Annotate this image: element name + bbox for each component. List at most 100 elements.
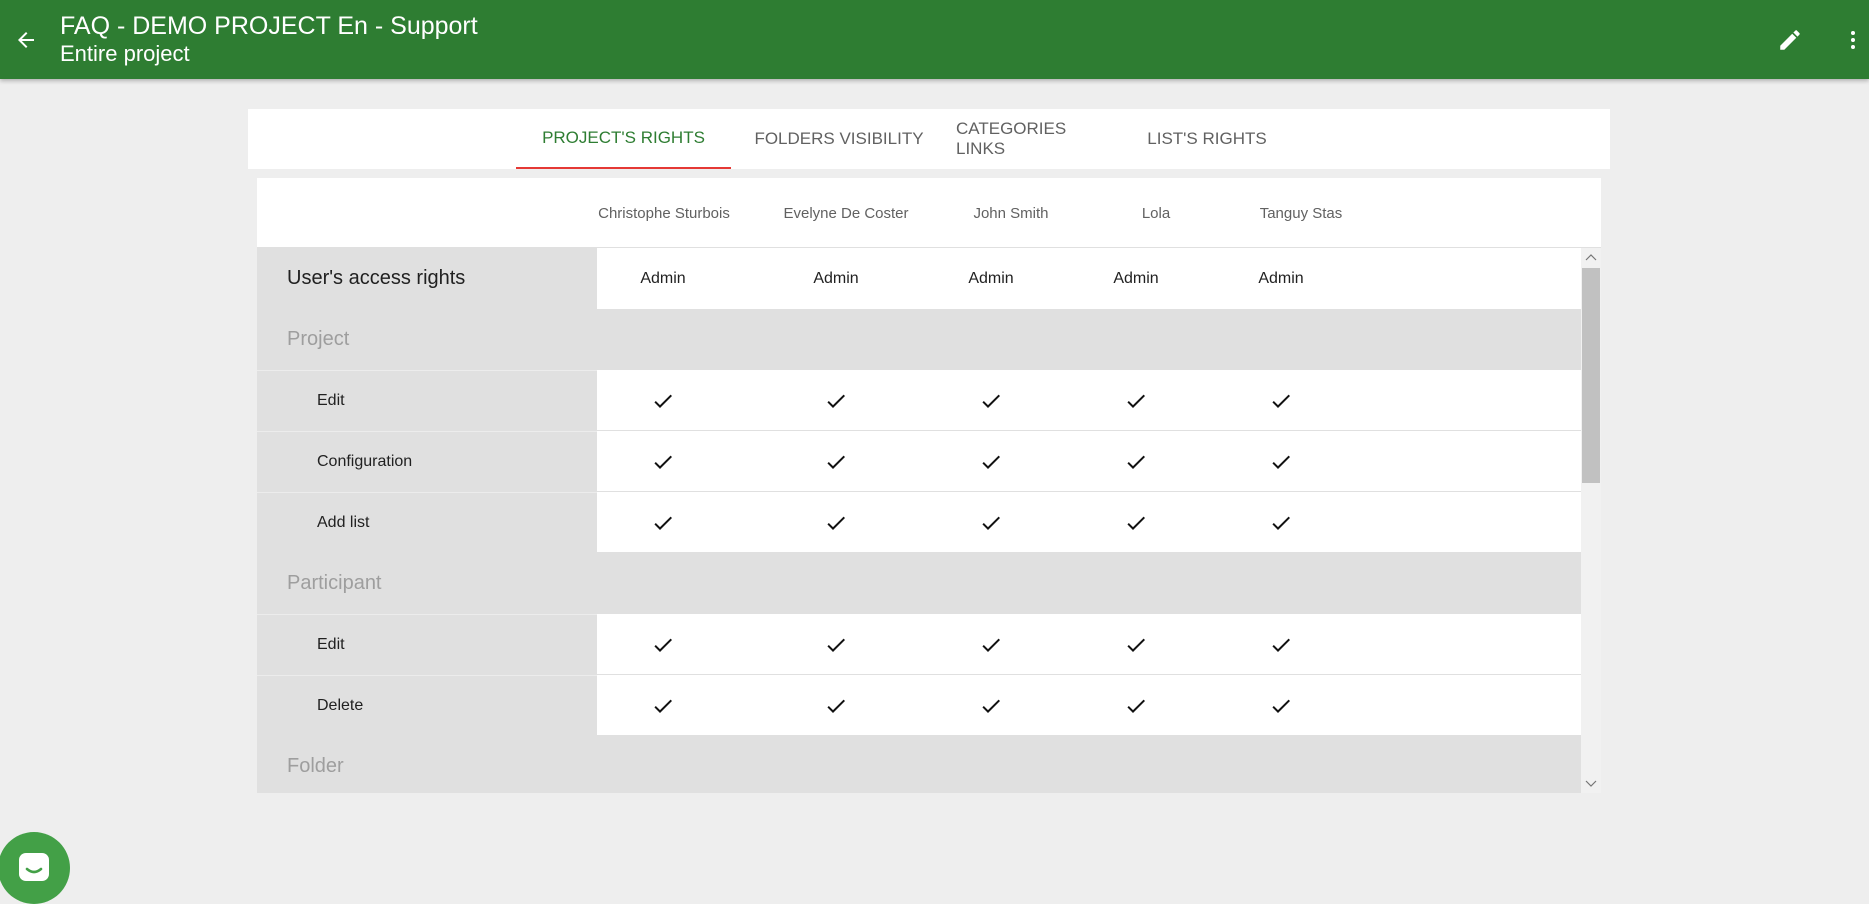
- chevron-down-icon: [1585, 780, 1597, 787]
- permission-row: Edit: [257, 614, 1581, 675]
- chevron-up-icon: [1585, 254, 1597, 261]
- permission-cell[interactable]: [786, 675, 886, 736]
- check-icon: [1272, 394, 1290, 408]
- check-icon: [1127, 638, 1145, 652]
- permission-cell[interactable]: [786, 370, 886, 431]
- check-icon: [654, 394, 672, 408]
- permission-row: Add list: [257, 492, 1581, 553]
- permission-cell[interactable]: [1086, 675, 1186, 736]
- section-title: Project: [287, 328, 350, 350]
- table-header: Christophe Sturbois Evelyne De Coster Jo…: [257, 178, 1601, 248]
- column-header-user: Christophe Sturbois: [598, 204, 730, 222]
- permission-cell[interactable]: [1086, 614, 1186, 675]
- access-level-cell[interactable]: Admin: [1086, 248, 1186, 309]
- access-level-cell[interactable]: Admin: [613, 248, 713, 309]
- access-level-cell[interactable]: Admin: [1231, 248, 1331, 309]
- tab-categories-links[interactable]: CATEGORIES LINKS: [956, 109, 1120, 169]
- back-button[interactable]: [6, 20, 46, 60]
- check-icon: [982, 516, 1000, 530]
- permission-row: Configuration: [257, 431, 1581, 492]
- arrow-left-icon: [18, 32, 34, 48]
- chat-launcher-button[interactable]: [0, 832, 70, 904]
- permission-cell[interactable]: [1231, 370, 1331, 431]
- access-level-cell[interactable]: Admin: [786, 248, 886, 309]
- check-icon: [654, 516, 672, 530]
- permission-label: Edit: [257, 370, 597, 431]
- access-level-cell[interactable]: Admin: [941, 248, 1041, 309]
- permission-label: Configuration: [257, 431, 597, 492]
- permission-cell[interactable]: [1231, 675, 1331, 736]
- permission-label: Delete: [257, 675, 597, 736]
- row-label: User's access rights: [287, 267, 466, 289]
- check-icon: [1127, 516, 1145, 530]
- check-icon: [982, 638, 1000, 652]
- edit-button[interactable]: [1770, 20, 1810, 60]
- check-icon: [654, 455, 672, 469]
- more-vertical-icon: [1851, 31, 1855, 49]
- check-icon: [982, 699, 1000, 713]
- permission-cell[interactable]: [613, 370, 713, 431]
- more-options-button[interactable]: [1838, 20, 1868, 60]
- check-icon: [827, 516, 845, 530]
- chat-bubble-icon: [19, 853, 49, 881]
- row-cells: [597, 492, 1581, 553]
- check-icon: [1272, 516, 1290, 530]
- permission-cell[interactable]: [941, 614, 1041, 675]
- permission-cell[interactable]: [1086, 370, 1186, 431]
- check-icon: [827, 638, 845, 652]
- permission-cell[interactable]: [786, 431, 886, 492]
- tab-lists-rights[interactable]: LIST'S RIGHTS: [1146, 109, 1268, 169]
- permission-cell[interactable]: [1231, 614, 1331, 675]
- section-title: Participant: [287, 572, 382, 594]
- row-cells: Admin Admin Admin Admin Admin: [597, 248, 1581, 309]
- permission-cell[interactable]: [941, 370, 1041, 431]
- permission-cell[interactable]: [613, 492, 713, 553]
- permission-row: Delete: [257, 675, 1581, 736]
- permission-cell[interactable]: [786, 614, 886, 675]
- tab-projects-rights[interactable]: PROJECT'S RIGHTS: [516, 109, 731, 169]
- check-icon: [1272, 638, 1290, 652]
- section-title: Folder: [287, 755, 344, 777]
- check-icon: [1127, 699, 1145, 713]
- scroll-up-arrow[interactable]: [1581, 248, 1601, 266]
- check-icon: [827, 394, 845, 408]
- permission-cell[interactable]: [941, 492, 1041, 553]
- permission-cell[interactable]: [1086, 431, 1186, 492]
- check-icon: [982, 394, 1000, 408]
- permission-cell[interactable]: [1086, 492, 1186, 553]
- permission-cell[interactable]: [613, 675, 713, 736]
- check-icon: [1127, 394, 1145, 408]
- permission-cell[interactable]: [941, 675, 1041, 736]
- permission-cell[interactable]: [1231, 431, 1331, 492]
- permission-cell[interactable]: [1231, 492, 1331, 553]
- access-rights-row: User's access rights Admin Admin Admin Admin…: [257, 248, 1581, 309]
- rights-table: Christophe Sturbois Evelyne De Coster Jo…: [257, 178, 1601, 793]
- check-icon: [654, 699, 672, 713]
- table-scrollbar[interactable]: [1581, 248, 1601, 793]
- permission-label: Add list: [257, 492, 597, 553]
- section-header-row: Folder: [257, 736, 1581, 793]
- scrollbar-thumb[interactable]: [1582, 268, 1600, 483]
- column-header-user: Tanguy Stas: [1259, 204, 1343, 222]
- scroll-down-arrow[interactable]: [1581, 775, 1601, 793]
- check-icon: [654, 638, 672, 652]
- permission-cell[interactable]: [613, 614, 713, 675]
- tab-folders-visibility[interactable]: FOLDERS VISIBILITY: [748, 109, 930, 169]
- section-header-row: Participant: [257, 553, 1581, 614]
- permission-cell[interactable]: [941, 431, 1041, 492]
- page-subtitle: Entire project: [60, 41, 190, 66]
- row-cells: [597, 614, 1581, 675]
- column-header-user: Evelyne De Coster: [783, 204, 909, 222]
- check-icon: [1272, 455, 1290, 469]
- permission-row: Edit: [257, 370, 1581, 431]
- row-cells: [597, 431, 1581, 492]
- check-icon: [1127, 455, 1145, 469]
- section-header-row: Project: [257, 309, 1581, 370]
- check-icon: [827, 699, 845, 713]
- page-title: FAQ - DEMO PROJECT En - Support: [60, 12, 478, 40]
- row-cells: [597, 675, 1581, 736]
- permission-cell[interactable]: [786, 492, 886, 553]
- column-header-user: Lola: [1141, 204, 1171, 222]
- check-icon: [982, 455, 1000, 469]
- permission-cell[interactable]: [613, 431, 713, 492]
